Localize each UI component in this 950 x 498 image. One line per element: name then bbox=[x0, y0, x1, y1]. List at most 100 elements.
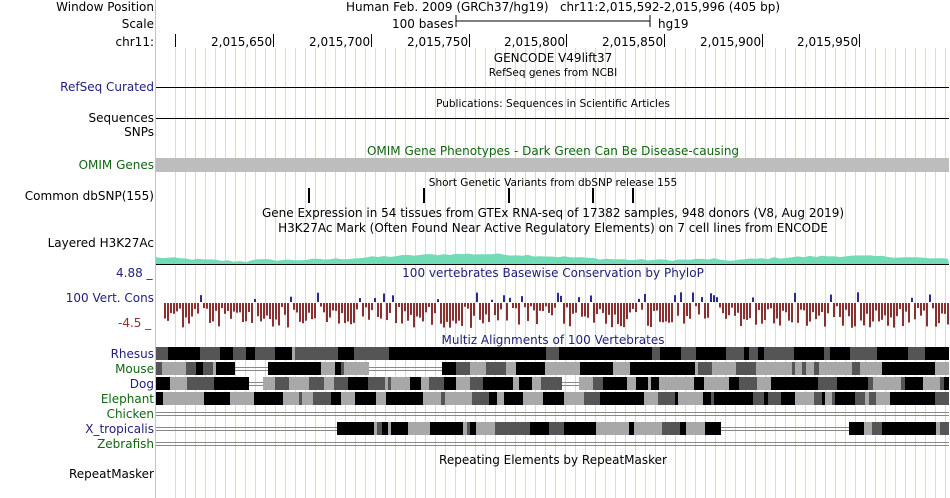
alignment-block bbox=[696, 347, 700, 360]
cons-negative-bar bbox=[917, 303, 919, 308]
omim-genes-label[interactable]: OMIM Genes bbox=[79, 158, 154, 172]
cons-negative-bar bbox=[737, 303, 739, 313]
sequences-label[interactable]: Sequences bbox=[89, 111, 154, 125]
species-zebrafish-label[interactable]: Zebrafish bbox=[97, 437, 154, 451]
alignment-block bbox=[334, 377, 348, 390]
alignment-block bbox=[729, 377, 739, 390]
species-chicken-label[interactable]: Chicken bbox=[107, 407, 154, 421]
gencode-track-title[interactable]: GENCODE V49lift37 bbox=[156, 51, 950, 65]
alignment-block bbox=[703, 392, 711, 405]
alignment-block bbox=[882, 362, 899, 375]
cons-negative-bar bbox=[896, 303, 898, 317]
species-mouse-label[interactable]: Mouse bbox=[115, 362, 154, 376]
cons-negative-bar bbox=[404, 303, 406, 312]
cons-negative-bar bbox=[170, 303, 172, 314]
cons-negative-bar bbox=[500, 303, 502, 310]
cons-negative-bar bbox=[251, 303, 253, 323]
cons-negative-bar bbox=[788, 303, 790, 321]
alignment-block bbox=[630, 362, 643, 375]
vert-cons-label[interactable]: 100 Vert. Cons bbox=[66, 291, 154, 305]
alignment-block bbox=[337, 422, 354, 435]
cons-negative-bar bbox=[227, 303, 229, 311]
alignment-block bbox=[413, 347, 430, 360]
cons-negative-bar bbox=[380, 303, 382, 319]
common-dbsnp-label[interactable]: Common dbSNP(155) bbox=[25, 189, 154, 203]
alignment-block bbox=[832, 392, 835, 405]
alignment-block bbox=[463, 422, 467, 435]
alignment-block bbox=[161, 347, 168, 360]
cons-negative-bar bbox=[785, 303, 787, 313]
alignment-block bbox=[348, 377, 362, 390]
alignment-block bbox=[890, 392, 910, 405]
refseq-curated-label[interactable]: RefSeq Curated bbox=[60, 80, 154, 94]
alignment-block bbox=[819, 362, 833, 375]
alignment-block bbox=[242, 392, 254, 405]
alignment-block bbox=[464, 392, 472, 405]
cons-negative-bar bbox=[761, 303, 763, 324]
cons-negative-bar bbox=[878, 303, 880, 322]
cons-negative-bar bbox=[518, 303, 520, 325]
species-elephant-label[interactable]: Elephant bbox=[101, 392, 154, 406]
cons-negative-bar bbox=[575, 303, 577, 313]
alignment-block bbox=[744, 347, 749, 360]
alignment-block bbox=[847, 377, 859, 390]
alignment-block bbox=[295, 347, 310, 360]
alignment-block bbox=[818, 377, 837, 390]
alignment-block bbox=[200, 347, 220, 360]
cons-negative-bar bbox=[542, 303, 544, 312]
alignment-block bbox=[305, 377, 309, 390]
cons-negative-bar bbox=[248, 303, 250, 312]
alignment-block bbox=[413, 392, 423, 405]
species-rhesus-label[interactable]: Rhesus bbox=[111, 347, 154, 361]
species-dog-label[interactable]: Dog bbox=[130, 377, 154, 391]
alignment-block bbox=[756, 362, 775, 375]
repeatmasker-label[interactable]: RepeatMasker bbox=[69, 467, 154, 481]
cons-negative-bar bbox=[455, 303, 457, 324]
alignment-block bbox=[528, 347, 539, 360]
species-xtropicalis-label[interactable]: X_tropicalis bbox=[85, 422, 154, 436]
alignment-block bbox=[262, 347, 275, 360]
cons-negative-bar bbox=[287, 303, 289, 328]
gtex-track-title: Gene Expression in 54 tissues from GTEx … bbox=[261, 206, 845, 220]
alignment-block bbox=[449, 422, 463, 435]
conservation-track-title: 100 vertebrates Basewise Conservation by… bbox=[402, 266, 704, 280]
alignment-block bbox=[613, 392, 629, 405]
cons-negative-bar bbox=[197, 303, 199, 314]
alignment-block bbox=[806, 362, 814, 375]
alignment-block bbox=[442, 362, 456, 375]
alignment-block bbox=[923, 422, 936, 435]
alignment-block bbox=[430, 347, 448, 360]
snp-variant-mark bbox=[592, 188, 594, 203]
cons-negative-bar bbox=[677, 303, 679, 316]
alignment-block bbox=[900, 347, 908, 360]
alignment-block bbox=[515, 347, 528, 360]
alignment-block bbox=[822, 392, 825, 405]
layered-h3k27ac-label[interactable]: Layered H3K27Ac bbox=[48, 236, 154, 250]
cons-negative-bar bbox=[599, 303, 601, 310]
cons-negative-bar bbox=[725, 303, 727, 319]
cons-negative-bar bbox=[323, 303, 325, 313]
alignment-block bbox=[246, 347, 255, 360]
cons-negative-bar bbox=[662, 303, 664, 323]
alignment-block bbox=[483, 377, 494, 390]
alignment-block bbox=[919, 362, 935, 375]
cons-negative-bar bbox=[278, 303, 280, 326]
alignment-block bbox=[869, 362, 882, 375]
snps-label[interactable]: SNPs bbox=[124, 125, 154, 139]
cons-negative-bar bbox=[656, 303, 658, 311]
alignment-block bbox=[905, 377, 923, 390]
cons-negative-bar bbox=[275, 303, 277, 320]
cons-negative-bar bbox=[524, 303, 526, 308]
alignment-block bbox=[214, 377, 226, 390]
snp-variant-mark bbox=[423, 188, 425, 203]
alignment-block bbox=[873, 377, 893, 390]
cons-negative-bar bbox=[722, 303, 724, 314]
alignment-block bbox=[652, 347, 660, 360]
cons-negative-bar bbox=[683, 303, 685, 324]
alignment-block bbox=[802, 362, 806, 375]
alignment-block bbox=[203, 362, 213, 375]
alignment-block bbox=[338, 347, 354, 360]
alignment-block bbox=[230, 392, 242, 405]
alignment-block bbox=[302, 392, 313, 405]
cons-negative-bar bbox=[779, 303, 781, 326]
